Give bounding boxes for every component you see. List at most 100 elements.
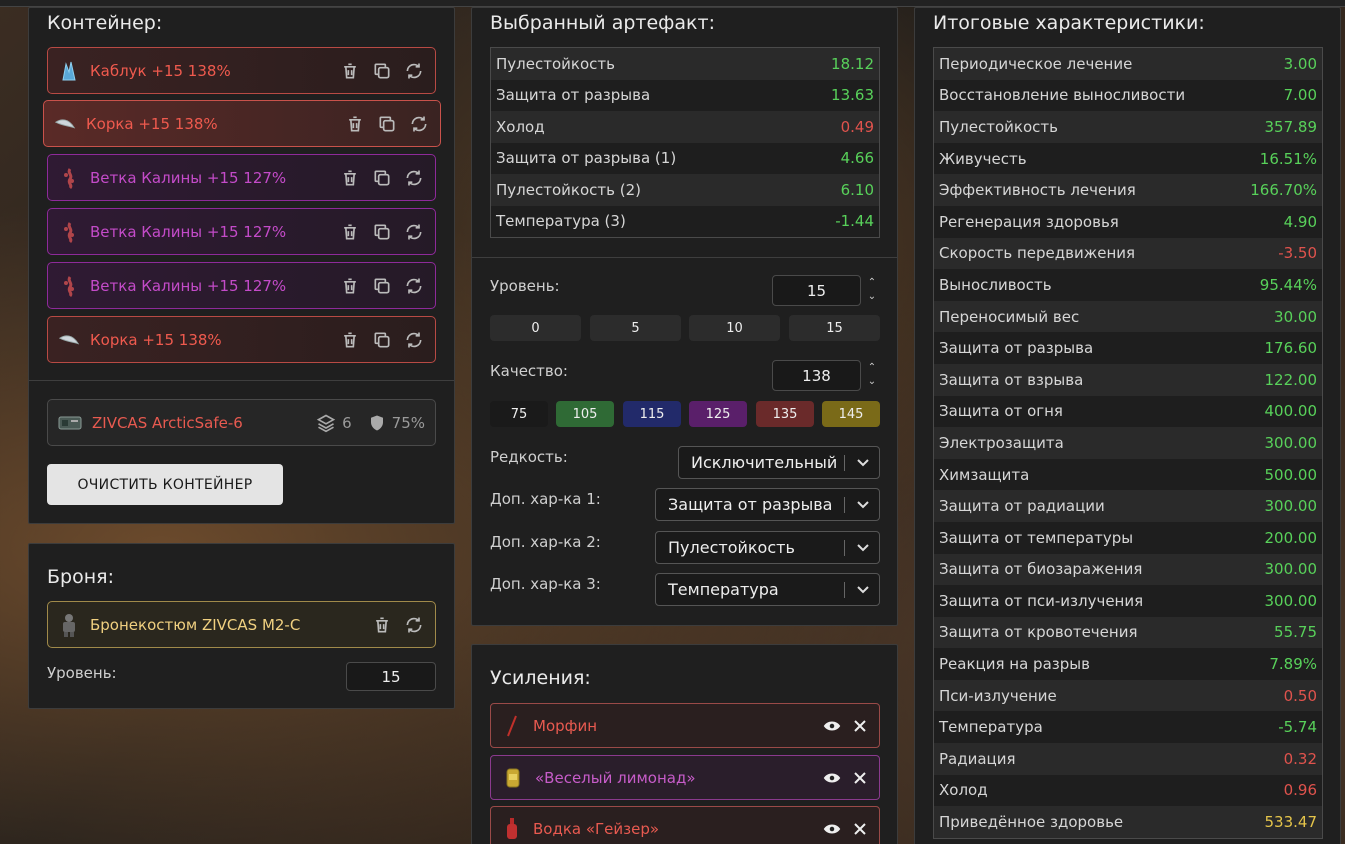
stat-value: 166.70% <box>1250 181 1317 200</box>
quality-decrement-icon[interactable]: ⌄ <box>866 376 878 388</box>
stat-name: Защита от огня <box>939 402 1063 421</box>
level-preset-button[interactable]: 15 <box>789 315 880 341</box>
quality-preset-button[interactable]: 145 <box>822 401 880 427</box>
stat-value: 500.00 <box>1264 465 1318 484</box>
can-icon <box>505 767 521 789</box>
container-item[interactable]: Корка +15 138% <box>43 100 441 147</box>
container-item[interactable]: Ветка Калины +15 127% <box>47 208 436 255</box>
armor-level-input[interactable]: 15 <box>346 662 436 691</box>
stat-value: 95.44% <box>1259 275 1317 294</box>
stat-value: 122.00 <box>1264 370 1318 389</box>
swap-icon[interactable] <box>403 221 425 243</box>
container-item-name: Корка +15 138% <box>86 114 218 133</box>
trash-icon[interactable] <box>371 614 393 636</box>
eye-icon[interactable] <box>823 822 841 836</box>
container-item[interactable]: Ветка Калины +15 127% <box>47 154 436 201</box>
eye-icon[interactable] <box>823 771 841 785</box>
container-item[interactable]: Каблук +15 138% <box>47 47 436 94</box>
rarity-select[interactable]: Исключительный <box>678 446 880 479</box>
bottle-icon <box>505 817 519 841</box>
boost-actions <box>823 822 867 836</box>
extra3-select[interactable]: Температура <box>655 573 880 606</box>
copy-icon[interactable] <box>371 329 393 351</box>
swap-icon[interactable] <box>408 113 430 135</box>
copy-icon[interactable] <box>376 113 398 135</box>
stat-row: Переносимый вес 30.00 <box>934 300 1322 333</box>
stat-row: Защита от взрыва 122.00 <box>934 363 1322 396</box>
stat-name: Периодическое лечение <box>939 54 1133 73</box>
extra2-select[interactable]: Пулестойкость <box>655 531 880 564</box>
quality-increment-icon[interactable]: ⌃ <box>866 362 878 374</box>
stat-value: 30.00 <box>1274 307 1317 326</box>
trash-icon[interactable] <box>339 329 361 351</box>
divider <box>29 380 454 381</box>
trash-icon[interactable] <box>339 167 361 189</box>
container-slots: 6 <box>342 413 352 432</box>
quality-preset-button[interactable]: 135 <box>756 401 814 427</box>
copy-icon[interactable] <box>371 167 393 189</box>
boost-item[interactable]: «Веселый лимонад» <box>490 755 880 800</box>
swap-icon[interactable] <box>403 275 425 297</box>
quality-preset-button[interactable]: 105 <box>556 401 614 427</box>
container-item-actions <box>339 221 425 243</box>
stat-value: 13.63 <box>831 86 874 105</box>
armor-name: Бронекостюм ZIVCAS M2-C <box>90 615 301 634</box>
trash-icon[interactable] <box>339 275 361 297</box>
level-input[interactable]: 15 <box>772 275 861 306</box>
stat-value: 4.90 <box>1283 212 1317 231</box>
level-increment-icon[interactable]: ⌃ <box>866 277 878 289</box>
swap-icon[interactable] <box>403 329 425 351</box>
stat-row: Электрозащита 300.00 <box>934 427 1322 459</box>
stat-row: Защита от пси-излучения 300.00 <box>934 585 1322 617</box>
stat-value: 0.32 <box>1283 749 1317 768</box>
top-bar <box>0 0 1345 7</box>
swap-icon[interactable] <box>403 167 425 189</box>
eye-icon[interactable] <box>823 719 841 733</box>
copy-icon[interactable] <box>371 60 393 82</box>
stat-row: Защита от огня 400.00 <box>934 395 1322 428</box>
divider <box>472 257 897 258</box>
close-icon[interactable] <box>853 719 867 733</box>
quality-preset-button[interactable]: 115 <box>623 401 681 427</box>
level-decrement-icon[interactable]: ⌄ <box>866 291 878 303</box>
branch-icon <box>58 275 80 297</box>
level-preset-button[interactable]: 0 <box>490 315 581 341</box>
stat-row: Выносливость 95.44% <box>934 269 1322 301</box>
quality-preset-button[interactable]: 75 <box>490 401 548 427</box>
boost-item[interactable]: Водка «Гейзер» <box>490 806 880 844</box>
copy-icon[interactable] <box>371 221 393 243</box>
copy-icon[interactable] <box>371 275 393 297</box>
container-item[interactable]: Ветка Калины +15 127% <box>47 262 436 309</box>
trash-icon[interactable] <box>339 221 361 243</box>
level-preset-button[interactable]: 5 <box>590 315 681 341</box>
trash-icon[interactable] <box>344 113 366 135</box>
stat-value: 0.49 <box>840 117 874 136</box>
stat-name: Пси-излучение <box>939 686 1057 705</box>
swap-icon[interactable] <box>403 614 425 636</box>
branch-icon <box>58 167 80 189</box>
close-icon[interactable] <box>853 822 867 836</box>
stat-row: Температура (3) -1.44 <box>491 205 879 237</box>
extra1-select[interactable]: Защита от разрыва <box>655 488 880 521</box>
quality-preset-button[interactable]: 125 <box>689 401 747 427</box>
stat-value: 200.00 <box>1264 528 1318 547</box>
swap-icon[interactable] <box>403 60 425 82</box>
stat-row: Регенерация здоровья 4.90 <box>934 205 1322 238</box>
stat-row: Защита от биозаражения 300.00 <box>934 553 1322 586</box>
trash-icon[interactable] <box>339 60 361 82</box>
close-icon[interactable] <box>853 771 867 785</box>
stat-value: 6.10 <box>840 180 874 199</box>
clear-container-button[interactable]: ОЧИСТИТЬ КОНТЕЙНЕР <box>47 464 283 505</box>
stat-name: Температура (3) <box>496 212 626 231</box>
container-protection: 75% <box>391 413 425 432</box>
armor-item[interactable]: Бронекостюм ZIVCAS M2-C <box>47 601 436 648</box>
boost-item[interactable]: Морфин <box>490 703 880 748</box>
artifact-stats-table: Пулестойкость 18.12 Защита от разрыва 13.63… <box>490 47 880 238</box>
armor-level-label: Уровень: <box>47 664 117 682</box>
container-selector[interactable]: ZIVCAS ArcticSafe-6 6 75% <box>47 399 436 446</box>
quality-input[interactable]: 138 <box>772 360 861 391</box>
chevron-down-icon <box>853 458 873 468</box>
stat-name: Холод <box>939 781 988 800</box>
level-preset-button[interactable]: 10 <box>689 315 780 341</box>
container-item[interactable]: Корка +15 138% <box>47 316 436 363</box>
